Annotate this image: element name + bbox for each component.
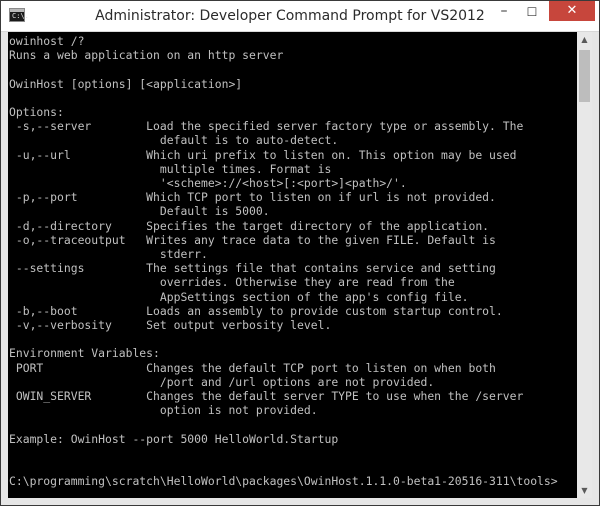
console-line: Runs a web application on an http server xyxy=(9,48,284,63)
console-line: Example: OwinHost --port 5000 HelloWorld… xyxy=(9,431,339,446)
title-bar[interactable]: C:\. Administrator: Developer Command Pr… xyxy=(1,1,599,32)
console-line: -v,--verbosity Set output verbosity leve… xyxy=(9,318,332,333)
console-line: -b,--boot Loads an assembly to provide c… xyxy=(9,303,503,318)
console-output[interactable]: owinhost /? Runs a web application on an… xyxy=(8,32,577,489)
maximize-button[interactable]: ☐ xyxy=(519,1,545,23)
console-output-area[interactable]: owinhost /? Runs a web application on an… xyxy=(8,32,577,498)
console-line: -s,--server Load the specified server fa… xyxy=(9,119,524,134)
console-line: AppSettings section of the app's config … xyxy=(9,289,469,304)
close-icon: ✕ xyxy=(566,3,578,18)
console-line: -o,--traceoutput Writes any trace data t… xyxy=(9,232,496,247)
console-line: '<scheme>://<host>[:<port>]<path>/'. xyxy=(9,176,407,191)
console-line: option is not provided. xyxy=(9,403,318,418)
console-line: C:\programming\scratch\HelloWorld\packag… xyxy=(9,474,558,489)
console-line: owinhost /? xyxy=(9,34,85,48)
vertical-scrollbar[interactable]: ▲ ▼ xyxy=(577,32,592,498)
console-line: Environment Variables: xyxy=(9,346,160,361)
console-line: PORT Changes the default TCP port to lis… xyxy=(9,360,496,375)
scroll-down-icon: ▼ xyxy=(581,486,588,495)
console-line: OWIN_SERVER Changes the default server T… xyxy=(9,389,524,404)
console-line: /port and /url options are not provided. xyxy=(9,374,435,389)
scroll-thumb[interactable] xyxy=(579,50,590,102)
console-line: Options: xyxy=(9,105,64,120)
console-line: stderr. xyxy=(9,247,208,262)
console-line: Default is 5000. xyxy=(9,204,270,219)
scroll-down-button[interactable]: ▼ xyxy=(577,483,592,498)
console-line: default is to auto-detect. xyxy=(9,133,339,148)
console-line: overrides. Otherwise they are read from … xyxy=(9,275,455,290)
scroll-up-button[interactable]: ▲ xyxy=(577,32,592,47)
console-line: -d,--directory Specifies the target dire… xyxy=(9,218,490,233)
minimize-icon: – xyxy=(500,3,508,19)
scroll-up-icon: ▲ xyxy=(581,35,588,44)
console-line: -p,--port Which TCP port to listen on if… xyxy=(9,190,496,205)
console-line: OwinHost [options] [<application>] xyxy=(9,76,243,91)
close-button[interactable]: ✕ xyxy=(549,1,595,21)
console-line: multiple times. Format is xyxy=(9,161,332,176)
console-line: -u,--url Which uri prefix to listen on. … xyxy=(9,147,517,162)
console-window: C:\. Administrator: Developer Command Pr… xyxy=(0,0,600,506)
minimize-button[interactable]: – xyxy=(491,1,517,23)
maximize-icon: ☐ xyxy=(526,5,538,19)
console-client-area: owinhost /? Runs a web application on an… xyxy=(8,32,592,498)
console-line: --settings The settings file that contai… xyxy=(9,261,496,276)
